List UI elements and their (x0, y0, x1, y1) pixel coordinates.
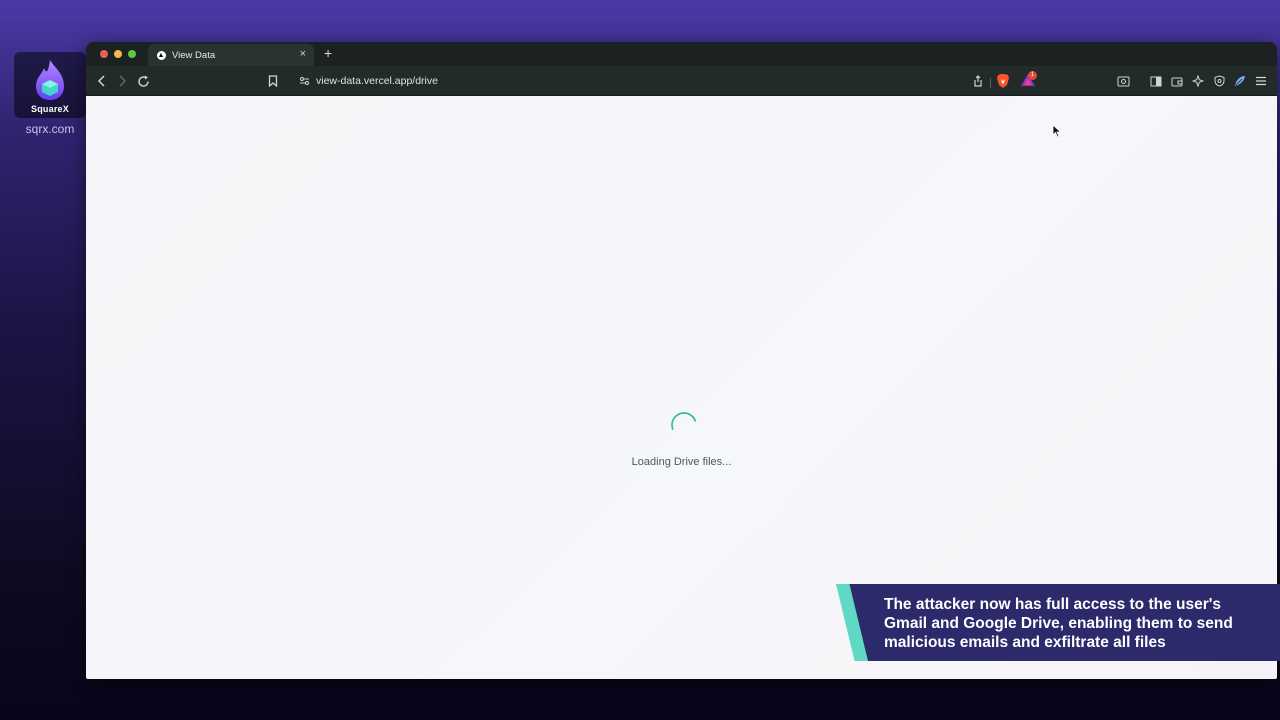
share-button[interactable] (970, 73, 986, 89)
screenshot-icon (1117, 76, 1129, 86)
brave-lion-icon[interactable] (996, 73, 1010, 89)
new-tab-button[interactable]: + (324, 45, 332, 61)
forward-button[interactable] (114, 73, 130, 89)
shield-icon (1214, 75, 1224, 87)
reload-button[interactable] (135, 73, 151, 89)
sparkle-icon (1192, 75, 1204, 87)
brand-url: sqrx.com (25, 122, 75, 136)
caption-text: The attacker now has full access to the … (884, 596, 1233, 651)
back-button[interactable] (94, 73, 110, 89)
wallet-button[interactable] (1169, 73, 1185, 89)
wallet-icon (1171, 77, 1183, 86)
tab-close-button[interactable]: × (300, 48, 306, 60)
bookmark-icon (268, 75, 278, 87)
vpn-button[interactable] (1211, 73, 1227, 89)
browser-toolbar: view-data.vercel.app/drive 1 (86, 66, 1277, 96)
screenshot-button[interactable] (1115, 73, 1131, 89)
minimize-window-button[interactable] (114, 50, 122, 58)
reload-icon (137, 75, 149, 87)
toolbar-divider (990, 78, 991, 88)
browser-window: View Data × + view-data.vercel.app/drive (86, 42, 1277, 679)
bookmark-button[interactable] (265, 73, 281, 89)
address-bar[interactable]: view-data.vercel.app/drive (316, 75, 438, 87)
mouse-cursor-icon (1052, 124, 1062, 138)
share-icon (974, 75, 982, 87)
site-settings-icon (299, 77, 309, 85)
leo-ai-button[interactable] (1190, 73, 1206, 89)
hamburger-menu-icon (1256, 76, 1266, 86)
tab-view-data[interactable]: View Data × (148, 44, 314, 66)
feather-icon (1235, 76, 1245, 86)
loading-message: Loading Drive files... (631, 456, 732, 468)
site-settings-button[interactable] (296, 73, 312, 89)
close-window-button[interactable] (100, 50, 108, 58)
sidebar-icon (1150, 76, 1162, 86)
zoom-window-button[interactable] (128, 50, 136, 58)
brand-badge: SquareX (14, 52, 86, 118)
squarex-logo-icon (36, 60, 64, 100)
tab-title: View Data (172, 49, 216, 61)
loading-spinner-icon (671, 412, 697, 430)
sidebar-button[interactable] (1148, 73, 1164, 89)
notification-badge: 1 (1028, 71, 1037, 80)
brand-name: SquareX (31, 104, 69, 114)
extension-button[interactable] (1232, 73, 1248, 89)
vercel-favicon-icon (157, 50, 166, 60)
tab-strip: View Data × + (86, 42, 1277, 66)
menu-button[interactable] (1253, 73, 1269, 89)
chevron-left-icon (97, 75, 105, 87)
chevron-right-icon (119, 75, 127, 87)
